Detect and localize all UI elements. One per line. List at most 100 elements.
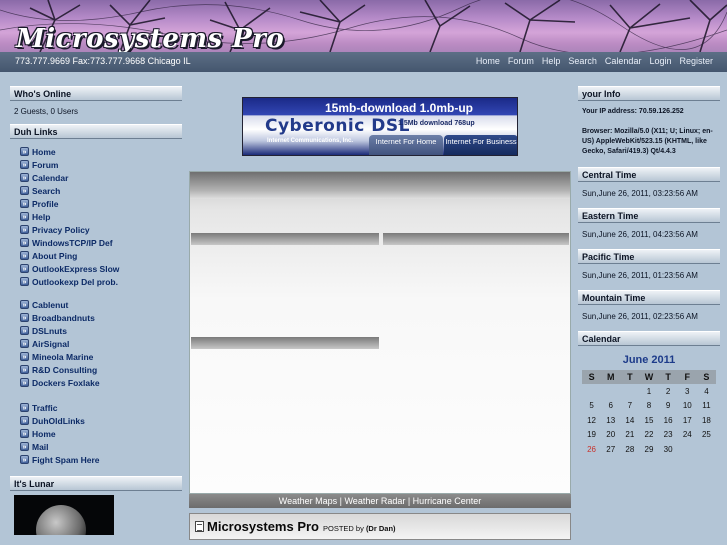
arrow-icon: » [20,326,29,335]
nav-forum[interactable]: Forum [508,56,534,66]
weekday-header: W [639,370,659,384]
central-time-value: Sun,June 26, 2011, 03:23:56 AM [582,189,698,198]
calendar-day[interactable]: 30 [659,442,678,457]
nav-help[interactable]: Help [542,56,561,66]
arrow-icon: » [20,147,29,156]
calendar-day[interactable]: 16 [659,413,678,428]
calendar-day[interactable]: 17 [678,413,697,428]
link-help[interactable]: » Help [20,210,182,223]
calendar-day[interactable]: 1 [639,384,658,399]
link-airsignal[interactable]: » AirSignal [20,337,182,350]
calendar-day[interactable]: 15 [639,413,658,428]
link-outlook-slow[interactable]: » OutlookExpress Slow [20,262,182,275]
calendar-day[interactable]: 28 [620,442,639,457]
calendar-day[interactable]: 24 [678,428,697,443]
calendar-day[interactable]: 10 [678,399,697,414]
content-bar [383,233,569,245]
banner-ad[interactable]: 15mb-download 1.0mb-up Cyberonic DSL 1.5… [242,97,518,156]
link-broadbandnuts[interactable]: » Broadbandnuts [20,311,182,324]
calendar-week-row: 12 13 14 15 16 17 18 [582,413,716,428]
calendar-day[interactable]: 20 [601,428,620,443]
calendar-day[interactable]: 25 [697,428,716,443]
calendar-day[interactable]: 13 [601,413,620,428]
contact-info: 773.777.9669 Fax:773.777.9668 Chicago IL [15,56,191,66]
arrow-icon: » [20,403,29,412]
calendar-empty-cell [678,442,697,457]
duh-links-title: Duh Links [10,124,182,139]
calendar-empty-cell [620,384,639,399]
arrow-icon: » [20,442,29,451]
link-forum[interactable]: » Forum [20,158,182,171]
arrow-icon: » [20,339,29,348]
weather-links[interactable]: Weather Maps | Weather Radar | Hurricane… [189,494,571,508]
banner-company: Internet Communications, Inc. [267,138,354,144]
link-home-2[interactable]: » Home [20,427,182,440]
arrow-icon: » [20,225,29,234]
duh-links-list: » Home » Forum » Calendar » Search » Profile … [10,139,182,470]
whos-online-title: Who's Online [10,86,182,101]
calendar-month[interactable]: June 2011 [578,346,720,370]
calendar-day[interactable]: 29 [639,442,658,457]
nav-register[interactable]: Register [679,56,713,66]
link-dockers-foxlake[interactable]: » Dockers Foxlake [20,376,182,389]
calendar-day[interactable]: 26 [582,442,601,457]
calendar-day[interactable]: 7 [620,399,639,414]
arrow-icon: » [20,352,29,361]
calendar-day[interactable]: 19 [582,428,601,443]
moon-phase-image [14,495,114,535]
site-title[interactable]: Microsystems Pro [16,24,284,54]
calendar-day[interactable]: 8 [639,399,658,414]
arrow-icon: » [20,264,29,273]
link-mail[interactable]: » Mail [20,440,182,453]
nav-login[interactable]: Login [649,56,671,66]
link-outlook-del[interactable]: » Outlookexp Del prob. [20,275,182,288]
banner-headline: 15mb-download 1.0mb-up [325,101,474,115]
nav-home[interactable]: Home [476,56,500,66]
calendar-day[interactable]: 12 [582,413,601,428]
nav-search[interactable]: Search [568,56,597,66]
link-cablenut[interactable]: » Cablenut [20,298,182,311]
calendar-day[interactable]: 3 [678,384,697,399]
calendar-week-row: 19 20 21 22 23 24 25 [582,428,716,443]
calendar-day[interactable]: 21 [620,428,639,443]
calendar-day[interactable]: 4 [697,384,716,399]
story-title[interactable]: Microsystems Pro [207,519,319,534]
link-mineola-marine[interactable]: » Mineola Marine [20,350,182,363]
link-privacy-policy[interactable]: » Privacy Policy [20,223,182,236]
arrow-icon: » [20,365,29,374]
calendar-day[interactable]: 23 [659,428,678,443]
whos-online-text: 2 Guests, 0 Users [14,107,79,116]
link-profile[interactable]: » Profile [20,197,182,210]
calendar-week-row: 26 27 28 29 30 [582,442,716,457]
arrow-icon: » [20,277,29,286]
top-nav: Home Forum Help Search Calendar Login Re… [476,56,713,66]
link-windows-tcpip[interactable]: » WindowsTCP/IP Def [20,236,182,249]
link-calendar[interactable]: » Calendar [20,171,182,184]
content-bar [191,337,379,349]
calendar-day[interactable]: 18 [697,413,716,428]
link-dslnuts[interactable]: » DSLnuts [20,324,182,337]
banner-home-button[interactable]: Internet For Home [369,135,443,155]
calendar-day[interactable]: 9 [659,399,678,414]
link-search[interactable]: » Search [20,184,182,197]
calendar-day[interactable]: 5 [582,399,601,414]
calendar-day[interactable]: 27 [601,442,620,457]
link-duholdlinks[interactable]: » DuhOldLinks [20,414,182,427]
link-rd-consulting[interactable]: » R&D Consulting [20,363,182,376]
calendar-day[interactable]: 14 [620,413,639,428]
calendar-day[interactable]: 6 [601,399,620,414]
link-fight-spam[interactable]: » Fight Spam Here [20,453,182,466]
calendar-empty-cell [582,384,601,399]
banner-business-button[interactable]: Internet For Business [444,135,517,155]
link-home[interactable]: » Home [20,145,182,158]
calendar-day[interactable]: 11 [697,399,716,414]
link-traffic[interactable]: » Traffic [20,401,182,414]
document-icon [195,521,204,532]
arrow-icon: » [20,173,29,182]
calendar-day[interactable]: 2 [659,384,678,399]
center-content-panel [189,171,571,494]
nav-calendar[interactable]: Calendar [605,56,642,66]
calendar-day[interactable]: 22 [639,428,658,443]
arrow-icon: » [20,429,29,438]
link-about-ping[interactable]: » About Ping [20,249,182,262]
